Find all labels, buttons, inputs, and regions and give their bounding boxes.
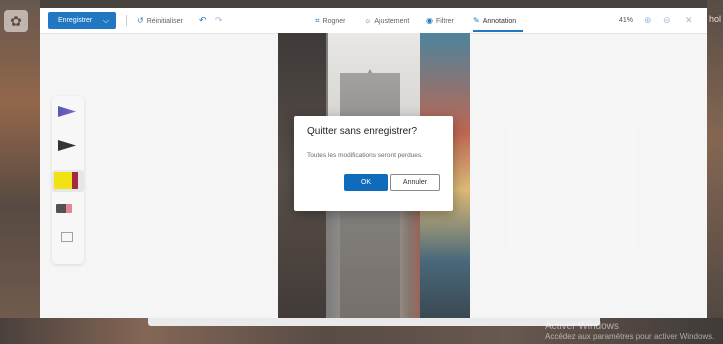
ok-button[interactable]: OK	[344, 174, 388, 191]
quit-confirmation-dialog: Quitter sans enregistrer? Toutes les mod…	[294, 116, 453, 211]
cancel-button[interactable]: Annuler	[390, 174, 440, 191]
dialog-title: Quitter sans enregistrer?	[307, 126, 418, 137]
dialog-message: Toutes les modifications seront perdues.	[307, 152, 423, 159]
